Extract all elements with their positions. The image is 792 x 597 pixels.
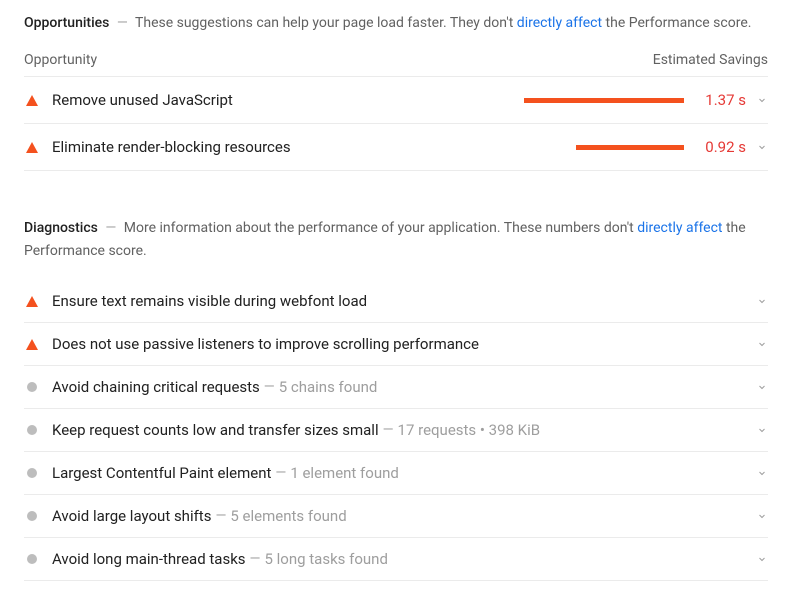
opportunities-desc-prefix: These suggestions can help your page loa…: [135, 15, 517, 31]
diagnostic-row[interactable]: Largest Contentful Paint element—1 eleme…: [24, 452, 768, 495]
diagnostic-detail: 5 chains found: [279, 378, 378, 396]
warning-triangle-icon: [26, 296, 38, 307]
diagnostic-title: Avoid long main-thread tasks: [52, 550, 246, 568]
opportunity-title: Eliminate render-blocking resources: [52, 138, 514, 156]
opportunity-row[interactable]: Remove unused JavaScript 1.37 s: [24, 77, 768, 124]
diagnostic-row[interactable]: Avoid long main-thread tasks—5 long task…: [24, 538, 768, 581]
col-savings-label: Estimated Savings: [653, 52, 768, 68]
chevron-down-icon: [756, 510, 768, 522]
warning-triangle-icon: [26, 339, 38, 350]
dash-separator: —: [215, 508, 226, 524]
info-dot-icon: [27, 554, 37, 564]
diagnostic-detail: 5 elements found: [230, 507, 346, 525]
savings-bar-wrap: [514, 98, 684, 103]
opportunities-desc-link[interactable]: directly affect: [517, 15, 602, 31]
opportunities-column-headers: Opportunity Estimated Savings: [24, 52, 768, 77]
diagnostic-detail: 17 requests • 398 KiB: [398, 421, 541, 439]
opportunities-header: Opportunities — These suggestions can he…: [24, 12, 768, 34]
diagnostic-title: Ensure text remains visible during webfo…: [52, 292, 367, 310]
chevron-down-icon: [756, 338, 768, 350]
dash-separator: —: [264, 379, 275, 395]
savings-bar: [576, 145, 684, 150]
chevron-down-icon: [756, 141, 768, 153]
diagnostic-row[interactable]: Keep request counts low and transfer siz…: [24, 409, 768, 452]
diagnostics-header: Diagnostics — More information about the…: [24, 217, 768, 262]
opportunities-list: Remove unused JavaScript 1.37 s Eliminate …: [24, 77, 768, 171]
diagnostic-row[interactable]: Avoid chaining critical requests—5 chain…: [24, 366, 768, 409]
diagnostic-title: Avoid chaining critical requests: [52, 378, 260, 396]
info-dot-icon: [27, 511, 37, 521]
diagnostic-title: Does not use passive listeners to improv…: [52, 335, 479, 353]
chevron-down-icon: [756, 381, 768, 393]
diagnostic-title: Avoid large layout shifts: [52, 507, 211, 525]
savings-bar: [524, 98, 684, 103]
diagnostic-row[interactable]: Ensure text remains visible during webfo…: [24, 280, 768, 323]
diagnostics-desc-prefix: More information about the performance o…: [124, 220, 637, 236]
chevron-down-icon: [756, 553, 768, 565]
diagnostics-list: Ensure text remains visible during webfo…: [24, 280, 768, 581]
col-opportunity-label: Opportunity: [24, 52, 97, 68]
diagnostic-title: Largest Contentful Paint element: [52, 464, 271, 482]
warning-triangle-icon: [26, 95, 38, 106]
diagnostic-detail: 1 element found: [290, 464, 399, 482]
opportunities-desc-suffix: the Performance score.: [602, 15, 751, 31]
dash-separator: —: [250, 551, 261, 567]
diagnostic-row[interactable]: Avoid large layout shifts—5 elements fou…: [24, 495, 768, 538]
opportunity-title: Remove unused JavaScript: [52, 91, 514, 109]
chevron-down-icon: [756, 295, 768, 307]
info-dot-icon: [27, 468, 37, 478]
dash-separator: —: [383, 422, 394, 438]
diagnostics-title: Diagnostics: [24, 220, 98, 236]
chevron-down-icon: [756, 467, 768, 479]
opportunities-title: Opportunities: [24, 15, 109, 31]
info-dot-icon: [27, 382, 37, 392]
opportunity-row[interactable]: Eliminate render-blocking resources 0.92 …: [24, 124, 768, 171]
diagnostic-title: Keep request counts low and transfer siz…: [52, 421, 379, 439]
dash-separator: —: [117, 15, 128, 31]
chevron-down-icon: [756, 424, 768, 436]
savings-bar-wrap: [514, 145, 684, 150]
dash-separator: —: [275, 465, 286, 481]
warning-triangle-icon: [26, 142, 38, 153]
diagnostic-detail: 5 long tasks found: [264, 550, 387, 568]
savings-value: 1.37 s: [694, 91, 746, 109]
info-dot-icon: [27, 425, 37, 435]
diagnostics-desc-link[interactable]: directly affect: [637, 220, 722, 236]
savings-value: 0.92 s: [694, 138, 746, 156]
chevron-down-icon: [756, 94, 768, 106]
diagnostic-row[interactable]: Does not use passive listeners to improv…: [24, 323, 768, 366]
dash-separator: —: [105, 220, 116, 236]
